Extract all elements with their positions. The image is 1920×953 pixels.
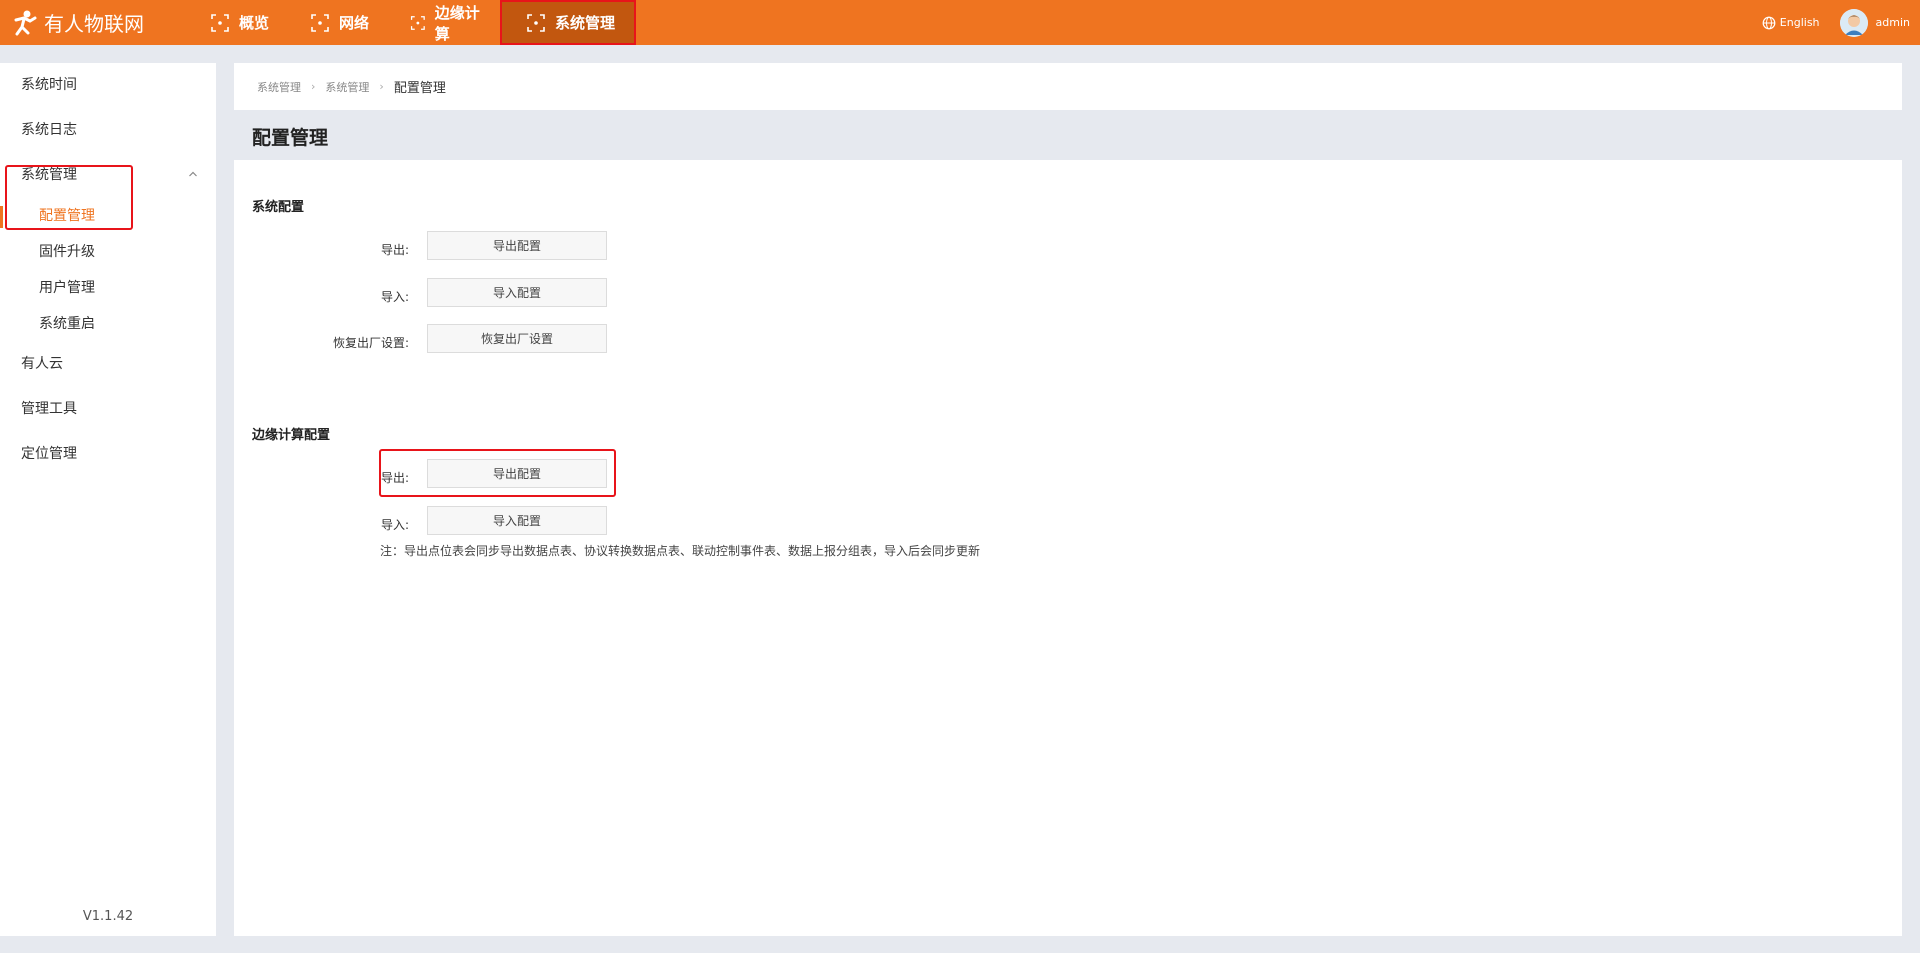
brand[interactable]: 有人物联网 <box>10 0 144 45</box>
export-note: 注：导出点位表会同步导出数据点表、协议转换数据点表、联动控制事件表、数据上报分组… <box>380 544 981 558</box>
export-config-button[interactable]: 导出配置 <box>427 231 607 260</box>
sidebar-item-label: 系统日志 <box>21 122 77 138</box>
nav-label: 系统管理 <box>555 14 616 32</box>
logo-icon <box>14 10 37 35</box>
sidebar-subitem-system-reboot[interactable]: 系统重启 <box>0 306 216 342</box>
breadcrumb-item[interactable]: 系统管理 <box>325 79 369 95</box>
avatar-icon <box>1839 8 1868 37</box>
chevron-up-icon <box>189 171 197 177</box>
avatar <box>1839 8 1868 37</box>
sidebar-item-label: 定位管理 <box>21 446 77 462</box>
username: admin <box>1875 16 1910 29</box>
factory-reset-label: 恢复出厂设置: <box>332 336 409 350</box>
nav-edge-computing[interactable]: 边缘计算 <box>392 0 500 45</box>
sidebar-item-label: 系统时间 <box>21 77 77 93</box>
nav-system-management[interactable]: 系统管理 <box>500 0 636 45</box>
focus-frame-icon <box>527 13 545 32</box>
focus-frame-icon <box>211 13 229 32</box>
nav-overview[interactable]: 概览 <box>192 0 292 45</box>
import-config-button[interactable]: 导入配置 <box>427 278 607 307</box>
language-switch[interactable]: English <box>1762 16 1820 30</box>
section-title-system-config: 系统配置 <box>252 200 305 215</box>
highlight-box <box>379 449 616 497</box>
breadcrumb-current: 配置管理 <box>393 81 446 96</box>
import-label: 导入: <box>380 290 409 304</box>
edge-import-label: 导入: <box>380 518 409 532</box>
nav-label: 概览 <box>239 14 270 32</box>
sidebar-item-label: 系统重启 <box>39 316 95 332</box>
sidebar-item-system-time[interactable]: 系统时间 <box>0 67 216 103</box>
language-label: English <box>1779 16 1820 29</box>
factory-reset-button[interactable]: 恢复出厂设置 <box>427 324 607 353</box>
sidebar-item-label: 管理工具 <box>21 401 77 417</box>
sidebar-item-system-log[interactable]: 系统日志 <box>0 112 216 148</box>
sidebar-item-management-tools[interactable]: 管理工具 <box>0 391 216 427</box>
top-bar: 有人物联网 概览 网络 边缘计算 系统管理 English admin <box>0 0 1920 45</box>
sidebar: 系统时间 系统日志 系统管理 配置管理 固件升级 用户管理 系统重启 有人云 管… <box>0 63 216 936</box>
sidebar-item-location-management[interactable]: 定位管理 <box>0 436 216 472</box>
page-title: 配置管理 <box>252 127 329 149</box>
focus-frame-icon <box>311 13 329 32</box>
breadcrumb: 系统管理 › 系统管理 › 配置管理 <box>234 63 1902 110</box>
highlight-box <box>5 165 133 230</box>
content-panel: 系统配置 导出: 导出配置 导入: 导入配置 恢复出厂设置: 恢复出厂设置 边缘… <box>234 160 1902 936</box>
brand-name: 有人物联网 <box>44 12 144 36</box>
top-right: English admin <box>1762 0 1910 45</box>
main-nav: 概览 网络 边缘计算 系统管理 <box>192 0 636 45</box>
focus-frame-icon <box>410 15 425 30</box>
chevron-right-icon: › <box>379 80 384 93</box>
sidebar-item-label: 用户管理 <box>39 280 95 296</box>
nav-label: 边缘计算 <box>434 3 480 43</box>
breadcrumb-item[interactable]: 系统管理 <box>257 79 301 95</box>
section-title-edge-config: 边缘计算配置 <box>252 428 331 443</box>
export-label: 导出: <box>380 243 409 257</box>
sidebar-item-label: 有人云 <box>21 356 63 372</box>
nav-label: 网络 <box>339 14 370 32</box>
chevron-right-icon: › <box>311 80 316 93</box>
globe-icon <box>1762 16 1776 29</box>
sidebar-subitem-user-management[interactable]: 用户管理 <box>0 270 216 306</box>
sidebar-item-label: 固件升级 <box>39 244 95 260</box>
sidebar-subitem-firmware-upgrade[interactable]: 固件升级 <box>0 234 216 270</box>
nav-network[interactable]: 网络 <box>292 0 392 45</box>
user-menu[interactable]: admin <box>1839 8 1910 37</box>
sidebar-item-usr-cloud[interactable]: 有人云 <box>0 346 216 382</box>
version-label: V1.1.42 <box>82 909 134 924</box>
edge-import-config-button[interactable]: 导入配置 <box>427 506 607 535</box>
